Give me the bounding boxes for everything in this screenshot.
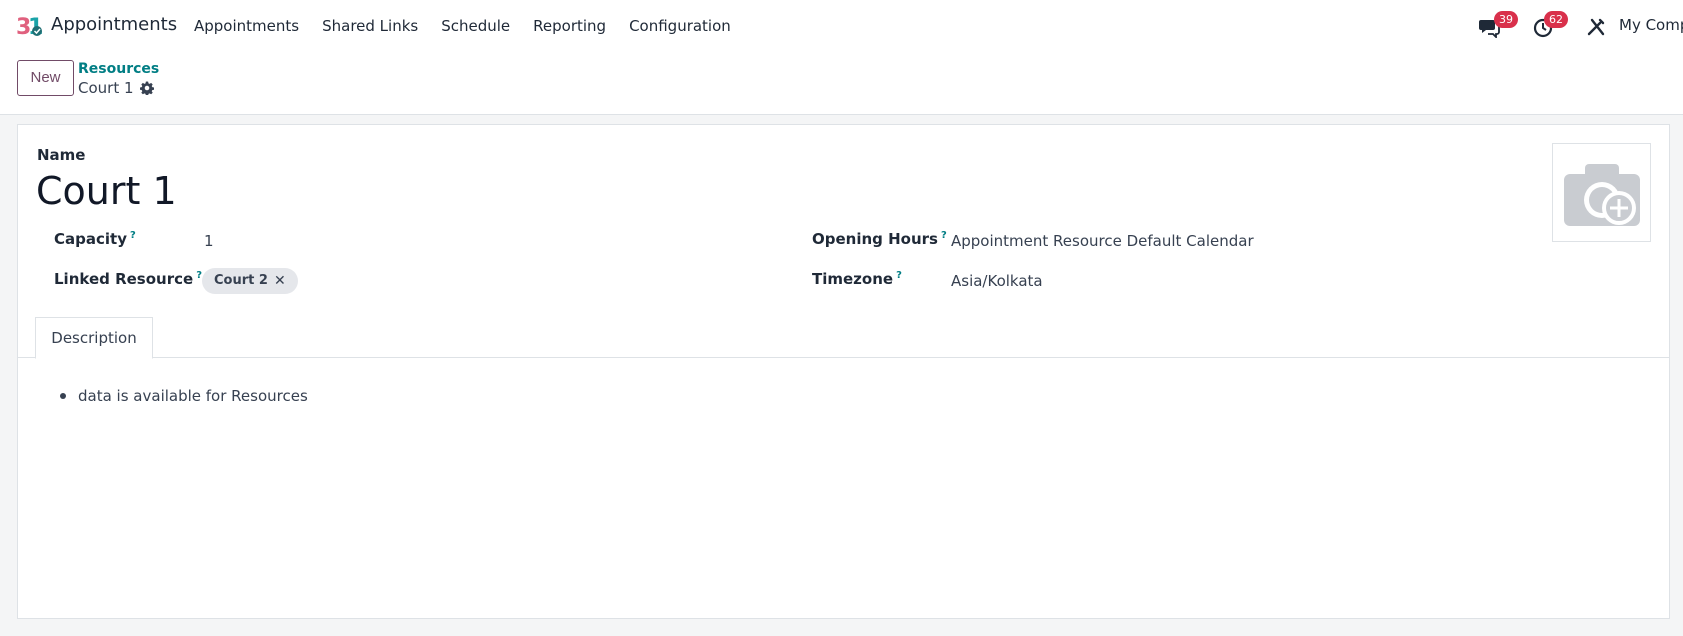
tab-description[interactable]: Description xyxy=(35,317,153,359)
opening-hours-help-icon[interactable]: ? xyxy=(941,230,947,241)
messages-badge: 39 xyxy=(1494,11,1518,28)
opening-hours-label: Opening Hours? xyxy=(812,230,947,248)
current-record-label: Court 1 xyxy=(78,79,134,97)
bullet-icon xyxy=(60,393,66,399)
gear-icon[interactable] xyxy=(139,81,154,95)
control-panel: New Resources Court 1 xyxy=(0,52,1683,115)
breadcrumb-current: Court 1 xyxy=(78,79,154,97)
capacity-field[interactable]: 1 xyxy=(204,232,214,250)
capacity-help-icon[interactable]: ? xyxy=(130,230,136,241)
capacity-label: Capacity? xyxy=(54,230,136,248)
debug-tools-icon[interactable] xyxy=(1585,16,1607,38)
breadcrumb-resources[interactable]: Resources xyxy=(78,61,159,77)
name-field[interactable]: Court 1 xyxy=(36,169,177,213)
activities-badge: 62 xyxy=(1544,11,1568,28)
menu-schedule[interactable]: Schedule xyxy=(441,17,510,35)
app-name[interactable]: Appointments xyxy=(51,14,177,35)
form-sheet: Name Court 1 Capacity? 1 Linked Resource… xyxy=(17,124,1670,619)
description-list-item[interactable]: data is available for Resources xyxy=(60,387,308,405)
menu-shared-links[interactable]: Shared Links xyxy=(322,17,418,35)
timezone-label: Timezone? xyxy=(812,270,902,288)
camera-add-icon xyxy=(1564,164,1640,226)
appointments-app-icon[interactable]: 3 1 xyxy=(16,14,44,38)
timezone-help-icon[interactable]: ? xyxy=(896,270,902,281)
top-navbar: 3 1 Appointments Appointments Shared Lin… xyxy=(0,0,1683,52)
remove-tag-icon[interactable]: ✕ xyxy=(274,268,286,294)
timezone-field[interactable]: Asia/Kolkata xyxy=(951,272,1043,290)
description-text: data is available for Resources xyxy=(78,387,308,405)
main-menu: Appointments Shared Links Schedule Repor… xyxy=(194,0,754,52)
name-label: Name xyxy=(37,146,86,164)
company-switcher[interactable]: My Comp xyxy=(1619,16,1683,34)
new-button[interactable]: New xyxy=(17,60,74,96)
image-upload[interactable] xyxy=(1552,143,1651,242)
linked-resource-tag[interactable]: Court 2 ✕ xyxy=(202,268,298,294)
opening-hours-field[interactable]: Appointment Resource Default Calendar xyxy=(951,232,1254,250)
tag-label: Court 2 xyxy=(214,273,268,288)
menu-appointments[interactable]: Appointments xyxy=(194,17,299,35)
menu-reporting[interactable]: Reporting xyxy=(533,17,606,35)
linked-resource-label: Linked Resource? xyxy=(54,270,202,288)
menu-configuration[interactable]: Configuration xyxy=(629,17,731,35)
notebook-tabs: Description xyxy=(18,317,1669,359)
